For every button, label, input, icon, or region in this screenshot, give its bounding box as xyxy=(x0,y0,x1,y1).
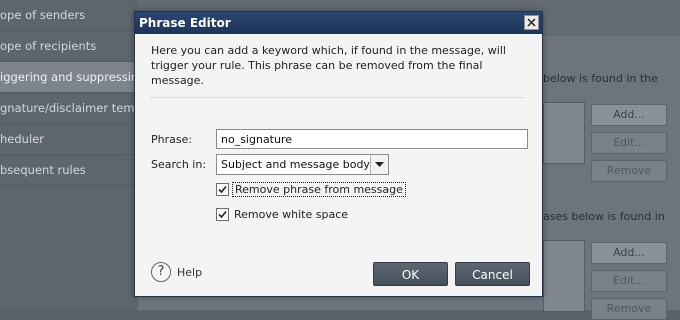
phrase-label: Phrase: xyxy=(151,133,193,146)
sidebar-item-scope-of-recipients[interactable]: ope of recipients xyxy=(0,31,138,62)
add-button-bottom[interactable]: Add... xyxy=(591,242,667,264)
phrase-editor-dialog: Phrase Editor Here you can add a keyword… xyxy=(134,11,543,297)
sidebar-item-scheduler[interactable]: heduler xyxy=(0,124,138,155)
phrase-table-top[interactable] xyxy=(543,102,585,164)
remove-whitespace-label: Remove white space xyxy=(234,208,349,221)
sidebar-item-triggering[interactable]: iggering and suppressing xyxy=(0,62,138,93)
dialog-titlebar[interactable]: Phrase Editor xyxy=(135,12,542,34)
search-in-dropdown[interactable]: Subject and message body xyxy=(216,154,389,175)
remove-button-top[interactable]: Remove xyxy=(591,160,667,182)
remove-whitespace-checkbox-row[interactable]: Remove white space xyxy=(216,207,486,222)
search-in-label: Search in: xyxy=(151,158,207,171)
sidebar-item-signature-template[interactable]: gnature/disclaimer templat xyxy=(0,93,138,124)
section-text-top: below is found in the xyxy=(543,72,658,85)
cancel-button[interactable]: Cancel xyxy=(455,262,530,286)
phrase-table-bottom[interactable] xyxy=(543,240,585,312)
sidebar-item-subsequent-rules[interactable]: bsequent rules xyxy=(0,155,138,186)
edit-button-top[interactable]: Edit... xyxy=(591,132,667,154)
chevron-down-icon xyxy=(375,162,384,167)
help-label: Help xyxy=(177,266,203,279)
remove-phrase-checkbox-row[interactable]: Remove phrase from message xyxy=(216,182,486,197)
checkmark-icon xyxy=(218,185,227,194)
divider xyxy=(151,97,525,98)
sidebar-item-scope-of-senders[interactable]: ope of senders xyxy=(0,0,138,31)
remove-phrase-label: Remove phrase from message xyxy=(232,182,406,197)
checkmark-icon xyxy=(218,210,227,219)
close-button[interactable] xyxy=(524,15,539,30)
remove-whitespace-checkbox[interactable] xyxy=(216,208,229,221)
remove-button-bottom[interactable]: Remove xyxy=(591,298,667,320)
dialog-title: Phrase Editor xyxy=(139,16,231,30)
close-icon xyxy=(527,18,536,27)
edit-button-bottom[interactable]: Edit... xyxy=(591,270,667,292)
section-text-bottom: ases below is found in xyxy=(543,210,665,223)
add-button-top[interactable]: Add... xyxy=(591,104,667,126)
dialog-description: Here you can add a keyword which, if fou… xyxy=(151,44,506,87)
help-circle-icon: ? xyxy=(151,262,171,282)
search-in-value: Subject and message body xyxy=(221,158,370,171)
ok-button[interactable]: OK xyxy=(373,262,448,286)
remove-phrase-checkbox[interactable] xyxy=(216,183,229,196)
sidebar: ope of senders ope of recipients iggerin… xyxy=(0,0,139,310)
dropdown-button[interactable] xyxy=(370,155,388,174)
phrase-input[interactable] xyxy=(216,129,528,149)
